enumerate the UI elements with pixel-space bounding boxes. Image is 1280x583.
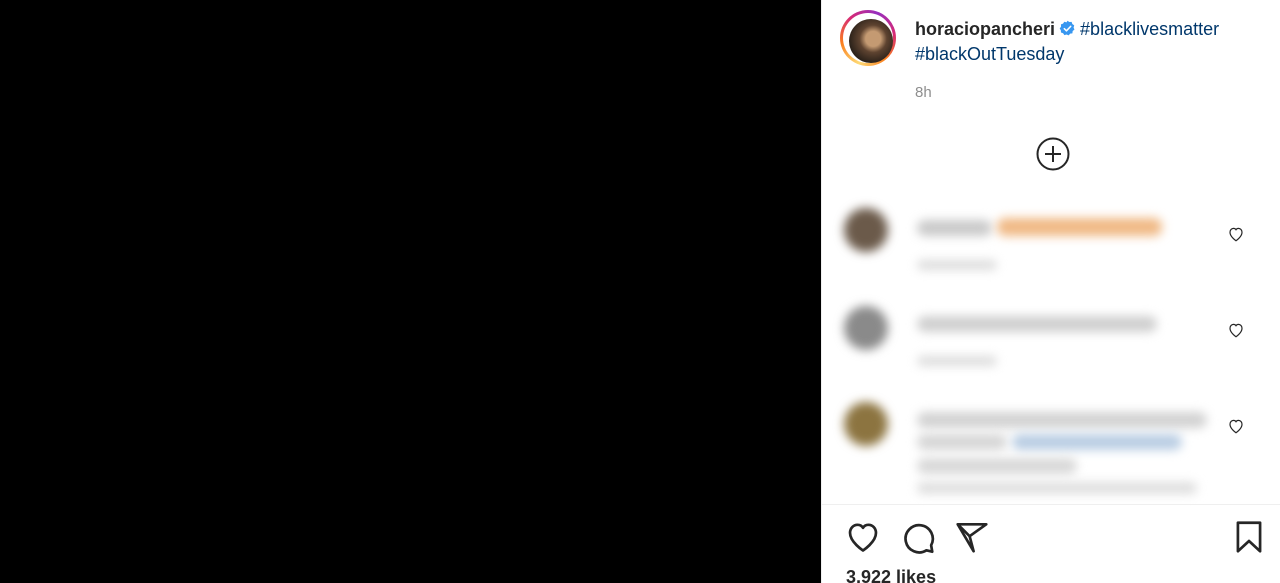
post-timestamp[interactable]: 8h: [915, 84, 932, 101]
comment-button[interactable]: [899, 518, 937, 556]
comment-item: [842, 208, 1262, 298]
paper-plane-icon: [956, 522, 988, 553]
load-more-comments-button[interactable]: [1035, 136, 1071, 172]
comment-text-blurred: [917, 458, 1077, 474]
comment-text-blurred: [917, 316, 1157, 332]
like-button[interactable]: [844, 518, 882, 556]
comment-like-button[interactable]: [1227, 417, 1245, 435]
comment-like-button[interactable]: [1227, 321, 1245, 339]
save-button[interactable]: [1230, 518, 1268, 556]
post-caption: horaciopancheri #blacklivesmatter #blackO…: [915, 17, 1255, 67]
commenter-avatar[interactable]: [844, 402, 888, 446]
actions-divider: [822, 504, 1280, 505]
comment-text-blurred: [917, 220, 992, 236]
plus-circle-icon: [1036, 137, 1070, 171]
like-count[interactable]: 3,922 likes: [846, 567, 936, 583]
comment-text-blurred: [917, 482, 1197, 494]
heart-outline-icon: [848, 523, 878, 552]
heart-outline-icon: [1229, 323, 1243, 338]
heart-outline-icon: [1229, 227, 1243, 242]
share-button[interactable]: [953, 518, 991, 556]
post-media[interactable]: [0, 0, 821, 583]
post-sidebar: horaciopancheri #blacklivesmatter #blackO…: [821, 0, 1280, 583]
hashtag-link-blackouttuesday[interactable]: #blackOutTuesday: [915, 44, 1064, 64]
commenter-avatar[interactable]: [844, 208, 888, 252]
comment-item: [842, 306, 1262, 396]
author-avatar-story-ring[interactable]: [840, 10, 896, 66]
comment-text-blurred: [1012, 434, 1182, 450]
author-username[interactable]: horaciopancheri: [915, 19, 1055, 39]
hashtag-link-blacklivesmatter[interactable]: #blacklivesmatter: [1080, 19, 1219, 39]
comment-text-blurred: [997, 218, 1162, 236]
bookmark-icon: [1236, 521, 1262, 553]
comment-text-blurred: [917, 434, 1007, 450]
comment-meta-blurred: [917, 356, 997, 366]
comment-item: [842, 402, 1262, 494]
heart-outline-icon: [1229, 419, 1243, 434]
speech-bubble-icon: [904, 523, 935, 554]
author-avatar[interactable]: [849, 19, 893, 63]
comment-like-button[interactable]: [1227, 225, 1245, 243]
commenter-avatar[interactable]: [844, 306, 888, 350]
comment-text-blurred: [917, 412, 1207, 428]
verified-badge-icon: [1059, 20, 1076, 37]
comment-meta-blurred: [917, 260, 997, 270]
